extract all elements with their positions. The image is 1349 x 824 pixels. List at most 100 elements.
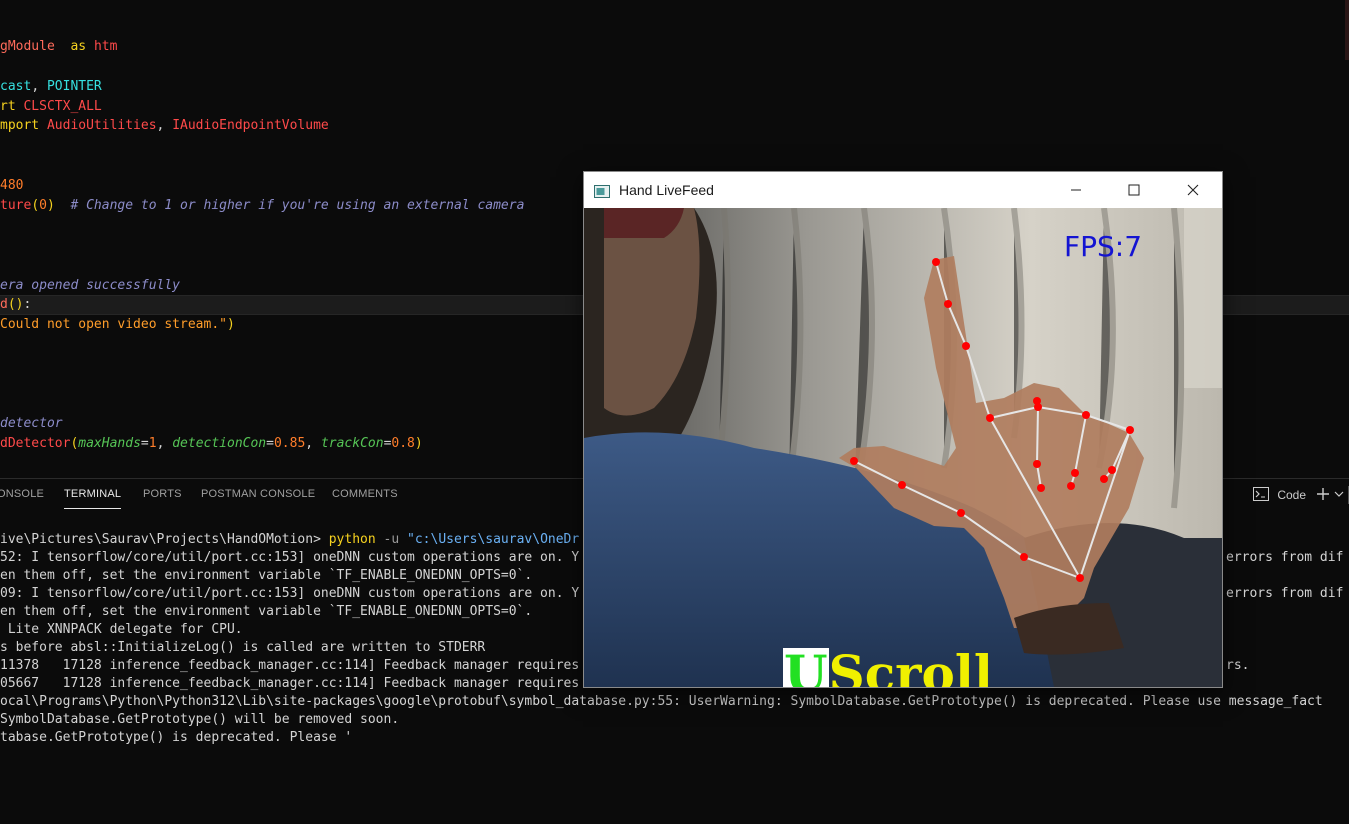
gesture-mode-initial: U: [783, 648, 829, 687]
code-token: IAudioEndpointVolume: [172, 118, 329, 133]
code-token: gModule: [0, 39, 55, 54]
terminal-profile-label[interactable]: Code: [1277, 488, 1306, 502]
code-token: 0: [39, 198, 47, 213]
code-token: ,: [156, 436, 173, 451]
code-line: era opened successfully: [0, 276, 180, 296]
code-token: trackCon: [320, 436, 384, 451]
terminal-output-line: Lite XNNPACK delegate for CPU.: [0, 622, 243, 637]
landmark-point: [932, 258, 940, 266]
terminal-toolbar: Code: [1253, 485, 1349, 505]
app-icon: [594, 183, 610, 198]
code-token: d: [0, 297, 8, 312]
hand-livefeed-window[interactable]: Hand LiveFeed FPS:7 U Scroll: [583, 171, 1223, 688]
code-token: (: [31, 198, 40, 213]
code-line: mport AudioUtilities, IAudioEndpointVolu…: [0, 116, 329, 136]
tab-debug-console[interactable]: ONSOLE: [0, 488, 44, 500]
code-line: 480: [0, 176, 23, 196]
landmark-point: [850, 457, 858, 465]
code-token: ): [226, 317, 235, 332]
code-token: =: [266, 436, 274, 451]
terminal-output-line: 11378 17128 inference_feedback_manager.c…: [0, 658, 580, 673]
code-token: 480: [0, 178, 24, 193]
landmark-point: [1100, 475, 1108, 483]
terminal-command-flag: -u: [375, 532, 408, 547]
code-line: d():: [0, 295, 31, 315]
landmark-point: [1076, 574, 1084, 582]
terminal-icon[interactable]: [1253, 486, 1270, 504]
landmark-point: [1108, 466, 1116, 474]
landmark-point: [1067, 482, 1075, 490]
terminal-command-path: "c:\Users\saurav\OneDr: [407, 532, 580, 547]
code-token: POINTER: [46, 79, 102, 94]
landmark-point: [898, 481, 906, 489]
maximize-icon: [1128, 184, 1140, 196]
code-token: htm: [93, 39, 118, 54]
landmark-point: [1033, 397, 1041, 405]
code-line: gModule as htm: [0, 37, 117, 57]
landmark-point: [957, 509, 965, 517]
code-token: (): [7, 297, 24, 312]
minimize-icon: [1071, 189, 1081, 191]
code-token: 1: [148, 436, 157, 451]
code-token: ): [414, 436, 423, 451]
code-token: maxHands: [78, 436, 141, 451]
close-button[interactable]: [1170, 172, 1216, 208]
code-token: CLSCTX_ALL: [23, 99, 102, 114]
camera-frame: [584, 208, 1222, 687]
terminal-output-line: tabase.GetPrototype() is deprecated. Ple…: [0, 730, 353, 745]
maximize-button[interactable]: [1111, 172, 1157, 208]
terminal-output-line: en them off, set the environment variabl…: [0, 568, 533, 583]
terminal-output-fragment: rs.: [1226, 658, 1250, 673]
terminal-output-line: ocal\Programs\Python\Python312\Lib\site-…: [0, 694, 1323, 709]
code-token: ture: [0, 198, 32, 213]
gesture-mode-text: Scroll: [828, 644, 993, 688]
camera-feed: FPS:7 U Scroll: [584, 208, 1222, 687]
code-token: detector: [0, 416, 63, 431]
landmark-point: [944, 300, 952, 308]
code-token: mport: [0, 118, 40, 133]
code-token: detectionCon: [172, 436, 267, 451]
landmark-point: [1037, 484, 1045, 492]
new-terminal-icon[interactable]: [1316, 487, 1330, 504]
landmark-point: [1126, 426, 1134, 434]
tab-postman-console[interactable]: POSTMAN CONSOLE: [201, 488, 315, 500]
code-token: Could not open video stream.": [0, 317, 227, 332]
code-token: AudioUtilities: [46, 118, 157, 133]
minimize-button[interactable]: [1053, 172, 1099, 208]
code-token: :: [23, 297, 32, 312]
terminal-output-fragment: errors from dif: [1226, 586, 1344, 601]
code-token: ,: [305, 436, 321, 451]
landmark-point: [962, 342, 970, 350]
terminal-output-line: en them off, set the environment variabl…: [0, 604, 533, 619]
window-titlebar[interactable]: Hand LiveFeed: [584, 172, 1222, 208]
code-token: as: [70, 39, 87, 54]
code-token: =: [140, 436, 149, 451]
code-token: rt: [0, 99, 16, 114]
terminal-output-line: 52: I tensorflow/core/util/port.cc:153] …: [0, 550, 580, 565]
gesture-mode-label: U Scroll: [783, 648, 993, 687]
terminal-output-line: 09: I tensorflow/core/util/port.cc:153] …: [0, 586, 580, 601]
landmark-point: [1082, 411, 1090, 419]
chevron-down-icon[interactable]: [1334, 488, 1344, 502]
tab-comments[interactable]: COMMENTS: [332, 488, 398, 500]
tab-ports[interactable]: PORTS: [143, 488, 182, 500]
code-line: rt CLSCTX_ALL: [0, 97, 102, 117]
fps-readout: FPS:7: [1064, 230, 1143, 263]
close-icon: [1187, 184, 1199, 196]
window-title: Hand LiveFeed: [619, 182, 714, 198]
landmark-point: [1071, 469, 1079, 477]
editor-scrollbar[interactable]: [1345, 0, 1349, 60]
terminal-output-line: 05667 17128 inference_feedback_manager.c…: [0, 676, 580, 691]
tab-terminal[interactable]: TERMINAL: [64, 488, 122, 509]
landmark-point: [1020, 553, 1028, 561]
code-line: dDetector(maxHands=1, detectionCon=0.85,…: [0, 434, 423, 454]
landmark-point: [986, 414, 994, 422]
code-token: 0.8: [391, 436, 415, 451]
terminal-output-fragment: errors from dif: [1226, 550, 1344, 565]
code-token: ,: [156, 118, 173, 133]
code-token: ,: [31, 79, 47, 94]
